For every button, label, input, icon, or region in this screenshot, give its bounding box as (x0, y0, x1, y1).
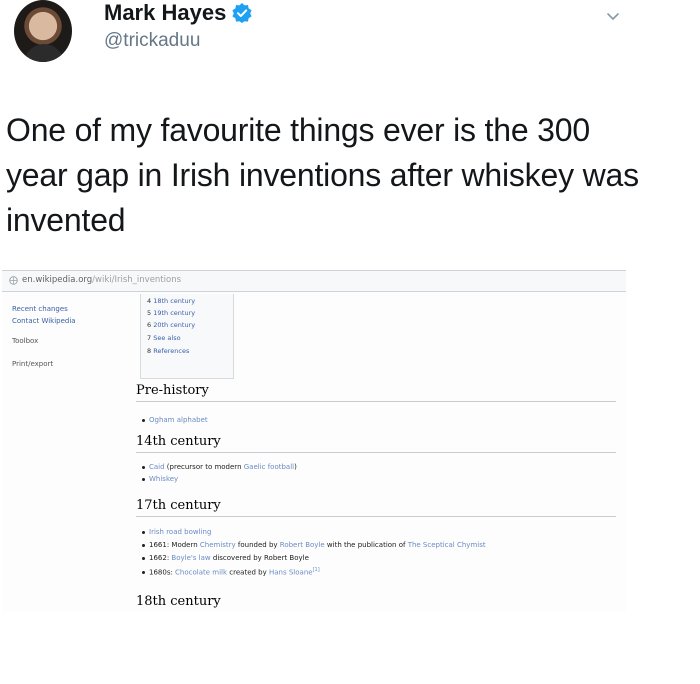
toc-item[interactable]: 5 19th century (147, 309, 195, 317)
toc-item[interactable]: 4 18th century (147, 297, 195, 305)
verified-badge-icon (232, 3, 252, 23)
url-text: en.wikipedia.org/wiki/Irish_inventions (22, 275, 182, 285)
list-item: 1661: Modern Chemistry founded by Robert… (142, 541, 486, 549)
heading-rule (136, 401, 616, 402)
address-bar[interactable]: en.wikipedia.org/wiki/Irish_inventions (2, 270, 626, 292)
section-heading: Pre-history (136, 383, 209, 398)
list-item: Caid (precursor to modern Gaelic footbal… (142, 463, 297, 471)
author-handle[interactable]: @trickaduu (104, 30, 200, 52)
table-of-contents: 4 18th century 5 19th century 6 20th cen… (140, 294, 234, 379)
list-item: Ogham alphabet (142, 416, 208, 424)
heading-rule (136, 516, 616, 517)
avatar[interactable] (14, 0, 72, 62)
section-heading: 17th century (136, 498, 221, 513)
globe-icon (9, 276, 18, 285)
toc-item[interactable]: 8 References (147, 347, 189, 355)
section-heading: 14th century (136, 434, 221, 449)
author-row: Mark Hayes (104, 0, 252, 26)
author-name[interactable]: Mark Hayes (104, 0, 226, 26)
embedded-wikipedia-screenshot[interactable]: en.wikipedia.org/wiki/Irish_inventions R… (2, 270, 626, 612)
tweet-text: One of my favourite things ever is the 3… (6, 112, 639, 238)
sidebar-item-contact[interactable]: Contact Wikipedia (12, 316, 76, 326)
list-item: Irish road bowling (142, 528, 211, 536)
sidebar-heading-toolbox[interactable]: Toolbox (12, 336, 38, 346)
sidebar-item-recent-changes[interactable]: Recent changes (12, 304, 68, 314)
list-item: 1680s: Chocolate milk created by Hans Sl… (142, 567, 320, 576)
tweet-card: Mark Hayes @trickaduu One of my favourit… (0, 0, 700, 684)
section-heading: 18th century (136, 594, 221, 609)
toc-item[interactable]: 6 20th century (147, 321, 195, 329)
list-item-whiskey: Whiskey (142, 475, 178, 483)
chevron-down-icon[interactable] (604, 8, 622, 26)
toc-item[interactable]: 7 See also (147, 334, 181, 342)
list-item: 1662: Boyle's law discovered by Robert B… (142, 554, 309, 562)
heading-rule (136, 452, 616, 453)
sidebar-heading-print[interactable]: Print/export (12, 359, 53, 369)
